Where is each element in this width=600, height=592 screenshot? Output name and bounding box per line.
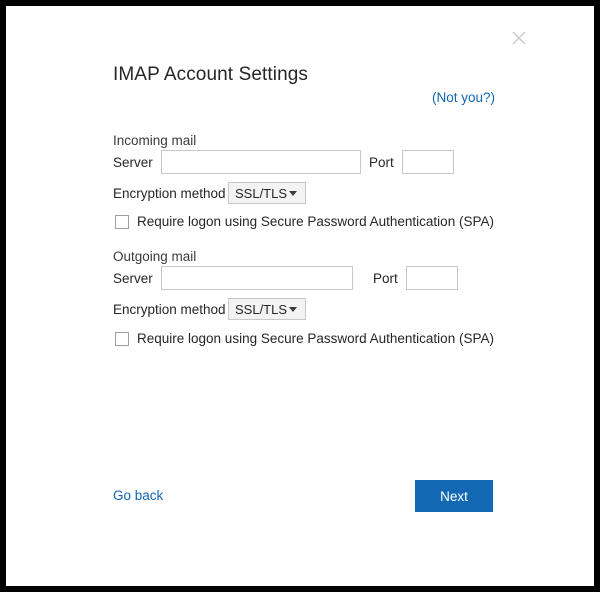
outgoing-encryption-select[interactable]: SSL/TLS (228, 298, 306, 320)
close-icon (512, 31, 526, 45)
incoming-server-input[interactable] (161, 150, 361, 174)
outgoing-server-input[interactable] (161, 266, 353, 290)
outgoing-spa-checkbox[interactable] (115, 331, 129, 346)
incoming-spa-label: Require logon using Secure Password Auth… (137, 214, 494, 229)
incoming-port-input[interactable] (402, 150, 454, 174)
incoming-spa-checkbox[interactable] (115, 214, 129, 229)
not-you-link[interactable]: (Not you?) (432, 90, 495, 105)
dialog-window: IMAP Account Settings (Not you?) Incomin… (0, 0, 600, 592)
dialog-body: IMAP Account Settings (Not you?) Incomin… (6, 6, 594, 586)
outgoing-spa-label: Require logon using Secure Password Auth… (137, 331, 494, 346)
page-title: IMAP Account Settings (113, 64, 309, 85)
outgoing-port-input[interactable] (406, 266, 458, 290)
outgoing-encryption-value: SSL/TLS (235, 301, 288, 317)
outgoing-encryption-label: Encryption method (113, 302, 226, 317)
incoming-mail-section-label: Incoming mail (113, 133, 197, 148)
outgoing-spa-checkbox-row[interactable]: Require logon using Secure Password Auth… (115, 331, 494, 346)
close-button[interactable] (500, 22, 538, 54)
incoming-encryption-select[interactable]: SSL/TLS (228, 182, 306, 204)
go-back-link[interactable]: Go back (113, 488, 163, 503)
outgoing-mail-section-label: Outgoing mail (113, 249, 197, 264)
chevron-down-icon (289, 190, 297, 196)
incoming-spa-checkbox-row[interactable]: Require logon using Secure Password Auth… (115, 214, 494, 229)
outgoing-port-label: Port (373, 271, 398, 286)
incoming-port-label: Port (369, 155, 394, 170)
chevron-down-icon (289, 306, 297, 312)
next-button[interactable]: Next (415, 480, 493, 512)
incoming-encryption-value: SSL/TLS (235, 185, 288, 201)
incoming-server-label: Server (113, 155, 153, 170)
incoming-encryption-label: Encryption method (113, 186, 226, 201)
outgoing-server-label: Server (113, 271, 153, 286)
